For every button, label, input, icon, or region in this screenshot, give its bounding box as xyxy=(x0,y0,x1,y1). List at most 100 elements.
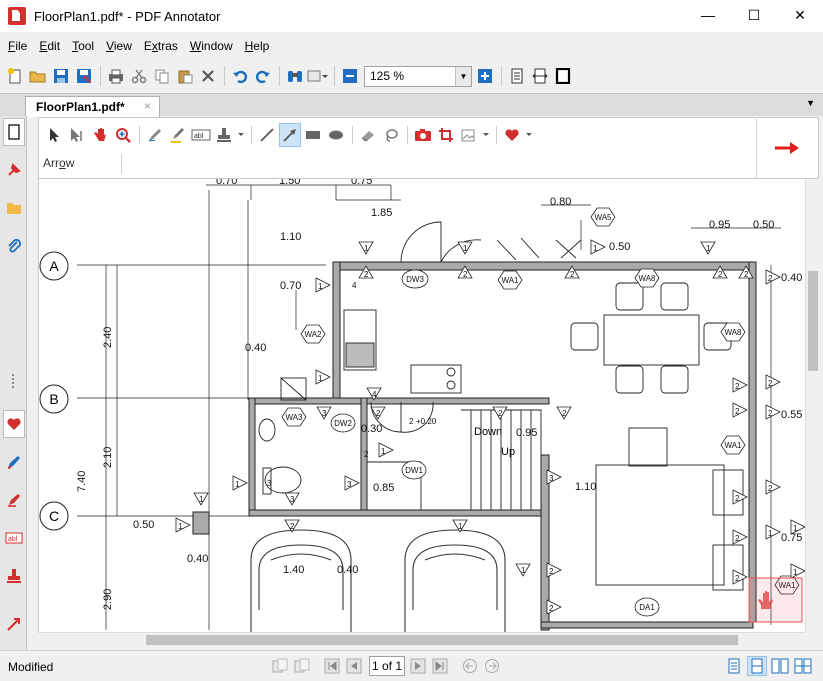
single-page-view-icon[interactable] xyxy=(724,656,744,676)
sidebar-pen-icon[interactable] xyxy=(3,448,25,476)
page-number-field[interactable]: 1 of 1 xyxy=(369,656,405,676)
previous-view-icon[interactable] xyxy=(270,656,290,676)
redo-icon[interactable] xyxy=(252,65,274,87)
svg-text:2: 2 xyxy=(562,409,567,418)
svg-text:4: 4 xyxy=(352,281,357,290)
fit-page-icon[interactable] xyxy=(506,65,528,87)
zoom-out-icon[interactable] xyxy=(339,65,361,87)
arrow-tool-icon[interactable] xyxy=(279,123,301,147)
next-page-icon[interactable] xyxy=(408,656,428,676)
menu-file[interactable]: File xyxy=(2,35,33,57)
cut-icon[interactable] xyxy=(128,65,150,87)
eraser-tool-icon[interactable] xyxy=(357,123,379,147)
forward-icon[interactable] xyxy=(482,656,502,676)
document-view[interactable]: A B C 0.70 1.50 0.75 1.85 0.80 0.95 0.50… xyxy=(38,179,805,632)
menu-help[interactable]: Help xyxy=(239,35,276,57)
select-arrow-icon[interactable] xyxy=(43,123,65,147)
sidebar-textbox-icon[interactable]: abl xyxy=(3,524,25,552)
svg-text:1: 1 xyxy=(793,524,798,533)
menu-view[interactable]: View xyxy=(100,35,138,57)
crop-tool-icon[interactable] xyxy=(435,123,457,147)
tab-close-icon[interactable]: × xyxy=(144,99,151,113)
tag-label: WA8 xyxy=(638,274,656,283)
delete-icon[interactable] xyxy=(197,65,219,87)
favorites-heart-icon[interactable] xyxy=(501,123,523,147)
menu-extras[interactable]: Extras xyxy=(138,35,184,57)
svg-text:2: 2 xyxy=(364,270,369,279)
maximize-button[interactable]: ☐ xyxy=(731,0,777,30)
save-icon[interactable] xyxy=(50,65,72,87)
dim-label: 0.50 xyxy=(133,519,154,531)
continuous-view-icon[interactable] xyxy=(747,656,767,676)
previous-page-icon[interactable] xyxy=(344,656,364,676)
vertical-scrollbar-thumb[interactable] xyxy=(808,271,818,371)
two-page-continuous-view-icon[interactable] xyxy=(793,656,813,676)
last-page-icon[interactable] xyxy=(430,656,450,676)
next-view-icon[interactable] xyxy=(292,656,312,676)
svg-text:1: 1 xyxy=(178,522,183,531)
svg-text:1: 1 xyxy=(521,566,526,575)
svg-text:3: 3 xyxy=(549,474,554,483)
favorites-dropdown-icon[interactable] xyxy=(524,123,534,147)
sidebar-pin-icon[interactable] xyxy=(3,156,25,184)
pen-tool-icon[interactable] xyxy=(144,123,166,147)
rectangle-tool-icon[interactable] xyxy=(302,123,324,147)
find-binoculars-icon[interactable] xyxy=(284,65,306,87)
new-document-icon[interactable] xyxy=(4,65,26,87)
svg-text:1: 1 xyxy=(706,244,711,253)
menu-window[interactable]: Window xyxy=(184,35,239,57)
menu-edit[interactable]: Edit xyxy=(33,35,66,57)
tab-list-dropdown-icon[interactable]: ▼ xyxy=(806,98,815,108)
insert-image-icon[interactable] xyxy=(458,123,480,147)
open-folder-icon[interactable] xyxy=(27,65,49,87)
image-dropdown-icon[interactable] xyxy=(481,123,491,147)
line-tool-icon[interactable] xyxy=(256,123,278,147)
close-button[interactable]: ✕ xyxy=(777,0,823,30)
vertical-scrollbar[interactable] xyxy=(805,179,819,632)
back-icon[interactable] xyxy=(460,656,480,676)
fit-width-icon[interactable] xyxy=(529,65,551,87)
print-icon[interactable] xyxy=(105,65,127,87)
find-dropdown-icon[interactable] xyxy=(307,65,329,87)
paste-icon[interactable] xyxy=(174,65,196,87)
two-page-view-icon[interactable] xyxy=(770,656,790,676)
minimize-button[interactable]: — xyxy=(685,0,731,30)
svg-text:1: 1 xyxy=(318,282,323,291)
sidebar-favorites-icon[interactable] xyxy=(3,410,25,438)
menu-tool[interactable]: Tool xyxy=(66,35,100,57)
save-as-icon[interactable] xyxy=(73,65,95,87)
sidebar-attachment-icon[interactable] xyxy=(3,232,25,260)
svg-text:4: 4 xyxy=(372,390,377,399)
stamp-tool-icon[interactable] xyxy=(213,123,235,147)
stamp-dropdown-icon[interactable] xyxy=(236,123,246,147)
sidebar-splitter[interactable] xyxy=(12,374,14,388)
snapshot-overlay[interactable] xyxy=(748,577,803,623)
horizontal-scrollbar[interactable] xyxy=(38,632,805,646)
lasso-tool-icon[interactable] xyxy=(380,123,402,147)
arrow-preview[interactable] xyxy=(756,118,818,178)
sidebar-arrow-icon[interactable] xyxy=(3,610,25,638)
copy-icon[interactable] xyxy=(151,65,173,87)
sidebar-highlighter-icon[interactable] xyxy=(3,486,25,514)
dim-label: 0.85 xyxy=(373,482,394,494)
view-mode-group xyxy=(721,656,813,676)
hand-pan-icon[interactable] xyxy=(89,123,111,147)
ellipse-tool-icon[interactable] xyxy=(325,123,347,147)
select-text-icon[interactable] xyxy=(66,123,88,147)
full-screen-icon[interactable] xyxy=(552,65,574,87)
chevron-down-icon[interactable]: ▼ xyxy=(455,66,471,86)
sidebar-stamp-icon[interactable] xyxy=(3,562,25,590)
snapshot-camera-icon[interactable] xyxy=(412,123,434,147)
first-page-icon[interactable] xyxy=(322,656,342,676)
zoom-in-icon[interactable] xyxy=(474,65,496,87)
text-tool-icon[interactable]: abl xyxy=(190,123,212,147)
undo-icon[interactable] xyxy=(229,65,251,87)
highlighter-tool-icon[interactable] xyxy=(167,123,189,147)
zoom-tool-icon[interactable] xyxy=(112,123,134,147)
zoom-select[interactable]: 125 % ▼ xyxy=(364,65,472,87)
tab-floorplan1[interactable]: FloorPlan1.pdf* × xyxy=(25,96,160,117)
sidebar-pages-icon[interactable] xyxy=(3,118,25,146)
horizontal-scrollbar-thumb[interactable] xyxy=(146,635,738,645)
tag-label: WA2 xyxy=(304,330,322,339)
sidebar-folder-icon[interactable] xyxy=(3,194,25,222)
